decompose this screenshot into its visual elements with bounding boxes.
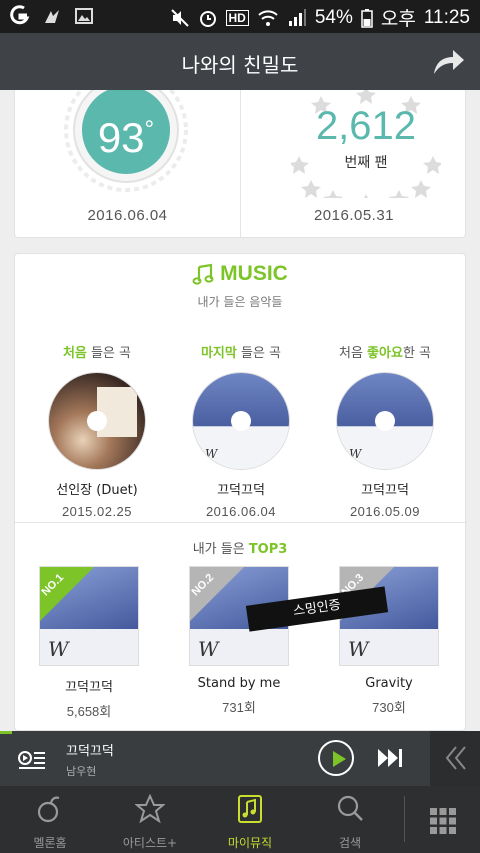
temperature-date: 2016.06.04 [87, 207, 168, 224]
image-icon [75, 8, 93, 24]
next-track-icon[interactable] [376, 747, 404, 769]
wifi-icon [258, 9, 278, 26]
fan-date: 2016.05.31 [313, 207, 395, 224]
notification-icon [45, 10, 59, 23]
collapse-player-button[interactable] [430, 731, 480, 786]
music-subtitle: 내가 들은 음악들 [197, 295, 283, 309]
clock-ampm: 오후 [380, 9, 416, 30]
last-played-song[interactable]: 마지막 들은 곡 W 끄덕끄덕 2016.06.04 [166, 342, 316, 519]
mute-icon [170, 8, 189, 27]
bottom-nav: 멜론홈 아티스트+ 마이뮤직 검색 [0, 786, 480, 853]
first-played-date: 2015.02.25 [61, 504, 133, 519]
music-card: MUSIC 내가 들은 음악들 처음 들은 곡 선인장 (Duet) 2015.… [14, 253, 467, 731]
last-played-label: 마지막 들은 곡 [200, 346, 282, 361]
star-icon [134, 793, 166, 824]
nav-label: 아티스트+ [122, 836, 178, 850]
now-playing[interactable]: 끄덕끄덕 남우현 [66, 740, 114, 779]
fan-number-suffix: 번째 팬 [344, 155, 388, 171]
title-bar: 나와의 친밀도 [0, 33, 480, 90]
nav-label: 검색 [338, 836, 362, 850]
battery-icon [361, 8, 373, 28]
first-played-title: 선인장 (Duet) [56, 483, 138, 498]
clock-time: 11:25 [423, 6, 470, 28]
mini-player[interactable]: 끄덕끄덕 남우현 [0, 731, 480, 786]
first-liked-label: 처음 좋아요한 곡 [338, 346, 431, 361]
top3-item-3[interactable]: W NO.3 Gravity 730회 [339, 566, 439, 716]
nav-artist-plus[interactable]: 아티스트+ [100, 786, 200, 853]
top3-title: Gravity [365, 676, 413, 691]
double-chevron-left-icon [445, 746, 466, 770]
share-icon[interactable] [432, 47, 466, 77]
music-title: MUSIC [192, 262, 288, 286]
first-played-label: 처음 들은 곡 [62, 346, 132, 361]
now-playing-title: 끄덕끄덕 [66, 744, 114, 759]
top3-item-2[interactable]: W NO.2 Stand by me 731회 [189, 566, 289, 716]
top3-title: Stand by me [197, 676, 281, 691]
nav-melon-home[interactable]: 멜론홈 [0, 786, 100, 853]
battery-percent: 54% [314, 6, 353, 28]
album-disc-nod-liked: W [337, 373, 433, 469]
app-logo-icon [10, 5, 30, 25]
section-divider [15, 522, 467, 523]
music-note-icon [192, 263, 214, 285]
album-disc-nod: W [193, 373, 289, 469]
status-bar: HD 54% 오후 11:25 [0, 0, 480, 33]
my-music-icon [238, 795, 262, 823]
playlist-icon[interactable] [18, 746, 46, 770]
fan-number-value: 2,612 [315, 104, 417, 148]
top3-count: 5,658회 [66, 704, 112, 719]
top3-count: 731회 [222, 700, 256, 715]
first-played-song[interactable]: 처음 들은 곡 선인장 (Duet) 2015.02.25 [22, 342, 172, 519]
top3-count: 730회 [372, 700, 406, 715]
nav-my-music[interactable]: 마이뮤직 [200, 786, 300, 853]
top3-heading: 내가 들은 TOP3 [192, 542, 288, 557]
first-liked-song[interactable]: 처음 좋아요한 곡 W 끄덕끄덕 2016.05.09 [310, 342, 460, 519]
album-disc-cactus [49, 373, 145, 469]
first-liked-title: 끄덕끄덕 [361, 483, 409, 498]
page-title: 나와의 친밀도 [181, 53, 299, 77]
playback-progress [0, 731, 12, 734]
album-art: W NO.1 [39, 566, 139, 666]
top3-item-1[interactable]: W NO.1 끄덕끄덕 5,658회 [39, 566, 139, 720]
menu-grid-icon[interactable] [428, 806, 458, 836]
top3-title: 끄덕끄덕 [65, 680, 113, 695]
play-button[interactable] [318, 740, 354, 776]
music-header: MUSIC 내가 들은 음악들 [15, 262, 465, 310]
last-played-title: 끄덕끄덕 [217, 483, 265, 498]
search-icon [337, 795, 363, 821]
melon-home-icon [37, 796, 60, 823]
nav-search[interactable]: 검색 [300, 786, 400, 853]
nav-label: 멜론홈 [33, 836, 67, 850]
temperature-value: 93° [97, 114, 155, 161]
nav-label: 마이뮤직 [227, 836, 273, 850]
now-playing-artist: 남우현 [66, 765, 97, 778]
intimacy-card: 93° 2,612 번째 팬 2016.06.04 2016.05.31 [14, 90, 466, 238]
last-played-date: 2016.06.04 [205, 504, 277, 519]
alarm-icon [199, 10, 216, 27]
first-liked-date: 2016.05.09 [349, 504, 421, 519]
hd-icon: HD [225, 9, 249, 26]
nav-divider [404, 796, 405, 842]
signal-icon [288, 8, 306, 26]
